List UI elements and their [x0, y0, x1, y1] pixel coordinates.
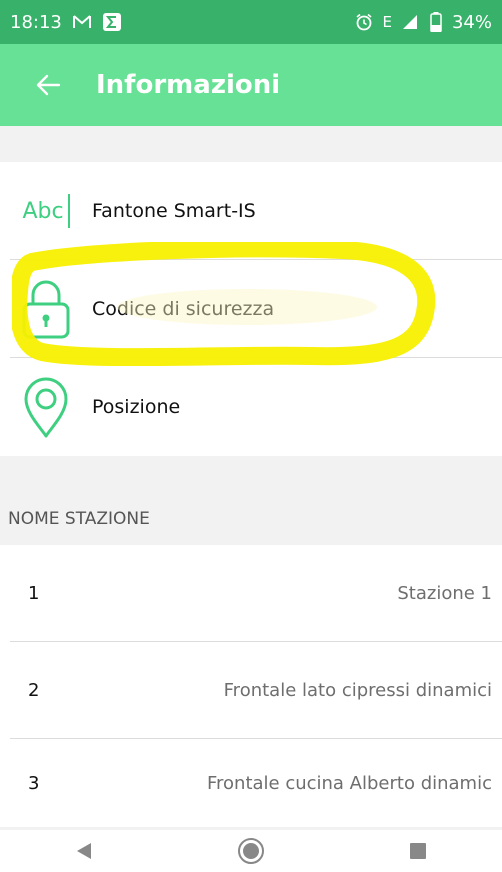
- network-type: E: [382, 13, 392, 31]
- station-name: Frontale cucina Alberto dinamic: [206, 772, 492, 794]
- abc-text-icon: Abc: [22, 194, 70, 228]
- gmail-icon: [72, 14, 92, 30]
- status-bar-right: E 34%: [355, 11, 492, 33]
- square-recents-icon: [410, 843, 427, 859]
- app-bar: Informazioni: [0, 44, 502, 126]
- station-name: Stazione 1: [397, 583, 492, 604]
- station-number: 2: [28, 680, 40, 701]
- info-item-label: Fantone Smart-IS: [92, 200, 256, 222]
- location-pin-icon: [24, 377, 68, 438]
- status-time: 18:13: [10, 11, 62, 33]
- status-bar: 18:13 E 34%: [0, 0, 502, 44]
- station-row[interactable]: 1 Stazione 1: [0, 545, 502, 642]
- info-item-security-code[interactable]: Codice di sicurezza: [0, 260, 502, 358]
- nav-home-button[interactable]: [221, 831, 281, 871]
- nav-back-button[interactable]: [54, 831, 114, 871]
- info-list: Abc Fantone Smart-IS Codice di sicurezza…: [0, 162, 502, 456]
- circle-home-icon: [237, 838, 264, 864]
- page-title: Informazioni: [96, 70, 281, 100]
- station-list: 1 Stazione 1 2 Frontale lato cipressi di…: [0, 545, 502, 827]
- station-row[interactable]: 2 Frontale lato cipressi dinamici: [0, 642, 502, 739]
- arrow-back-icon: [36, 74, 61, 96]
- lock-icon: [22, 280, 70, 339]
- sigma-app-icon: [102, 12, 122, 32]
- section-title: NOME STAZIONE: [8, 509, 150, 529]
- status-bar-left: 18:13: [10, 12, 122, 33]
- back-button[interactable]: [0, 44, 96, 126]
- nav-recents-button[interactable]: [388, 831, 448, 871]
- info-item-label: Posizione: [92, 396, 181, 418]
- triangle-back-icon: [76, 843, 91, 859]
- station-number: 3: [28, 772, 40, 794]
- battery-level: 34%: [451, 11, 492, 33]
- info-item-name[interactable]: Abc Fantone Smart-IS: [0, 162, 502, 260]
- info-item-label: Codice di sicurezza: [92, 298, 275, 320]
- station-number: 1: [28, 583, 40, 604]
- signal-icon: [402, 14, 420, 30]
- alarm-icon: [355, 13, 373, 31]
- system-nav-bar: [0, 830, 502, 872]
- station-name: Frontale lato cipressi dinamici: [223, 680, 492, 701]
- battery-icon: [430, 12, 442, 32]
- info-item-position[interactable]: Posizione: [0, 358, 502, 456]
- station-row[interactable]: 3 Frontale cucina Alberto dinamic: [0, 739, 502, 827]
